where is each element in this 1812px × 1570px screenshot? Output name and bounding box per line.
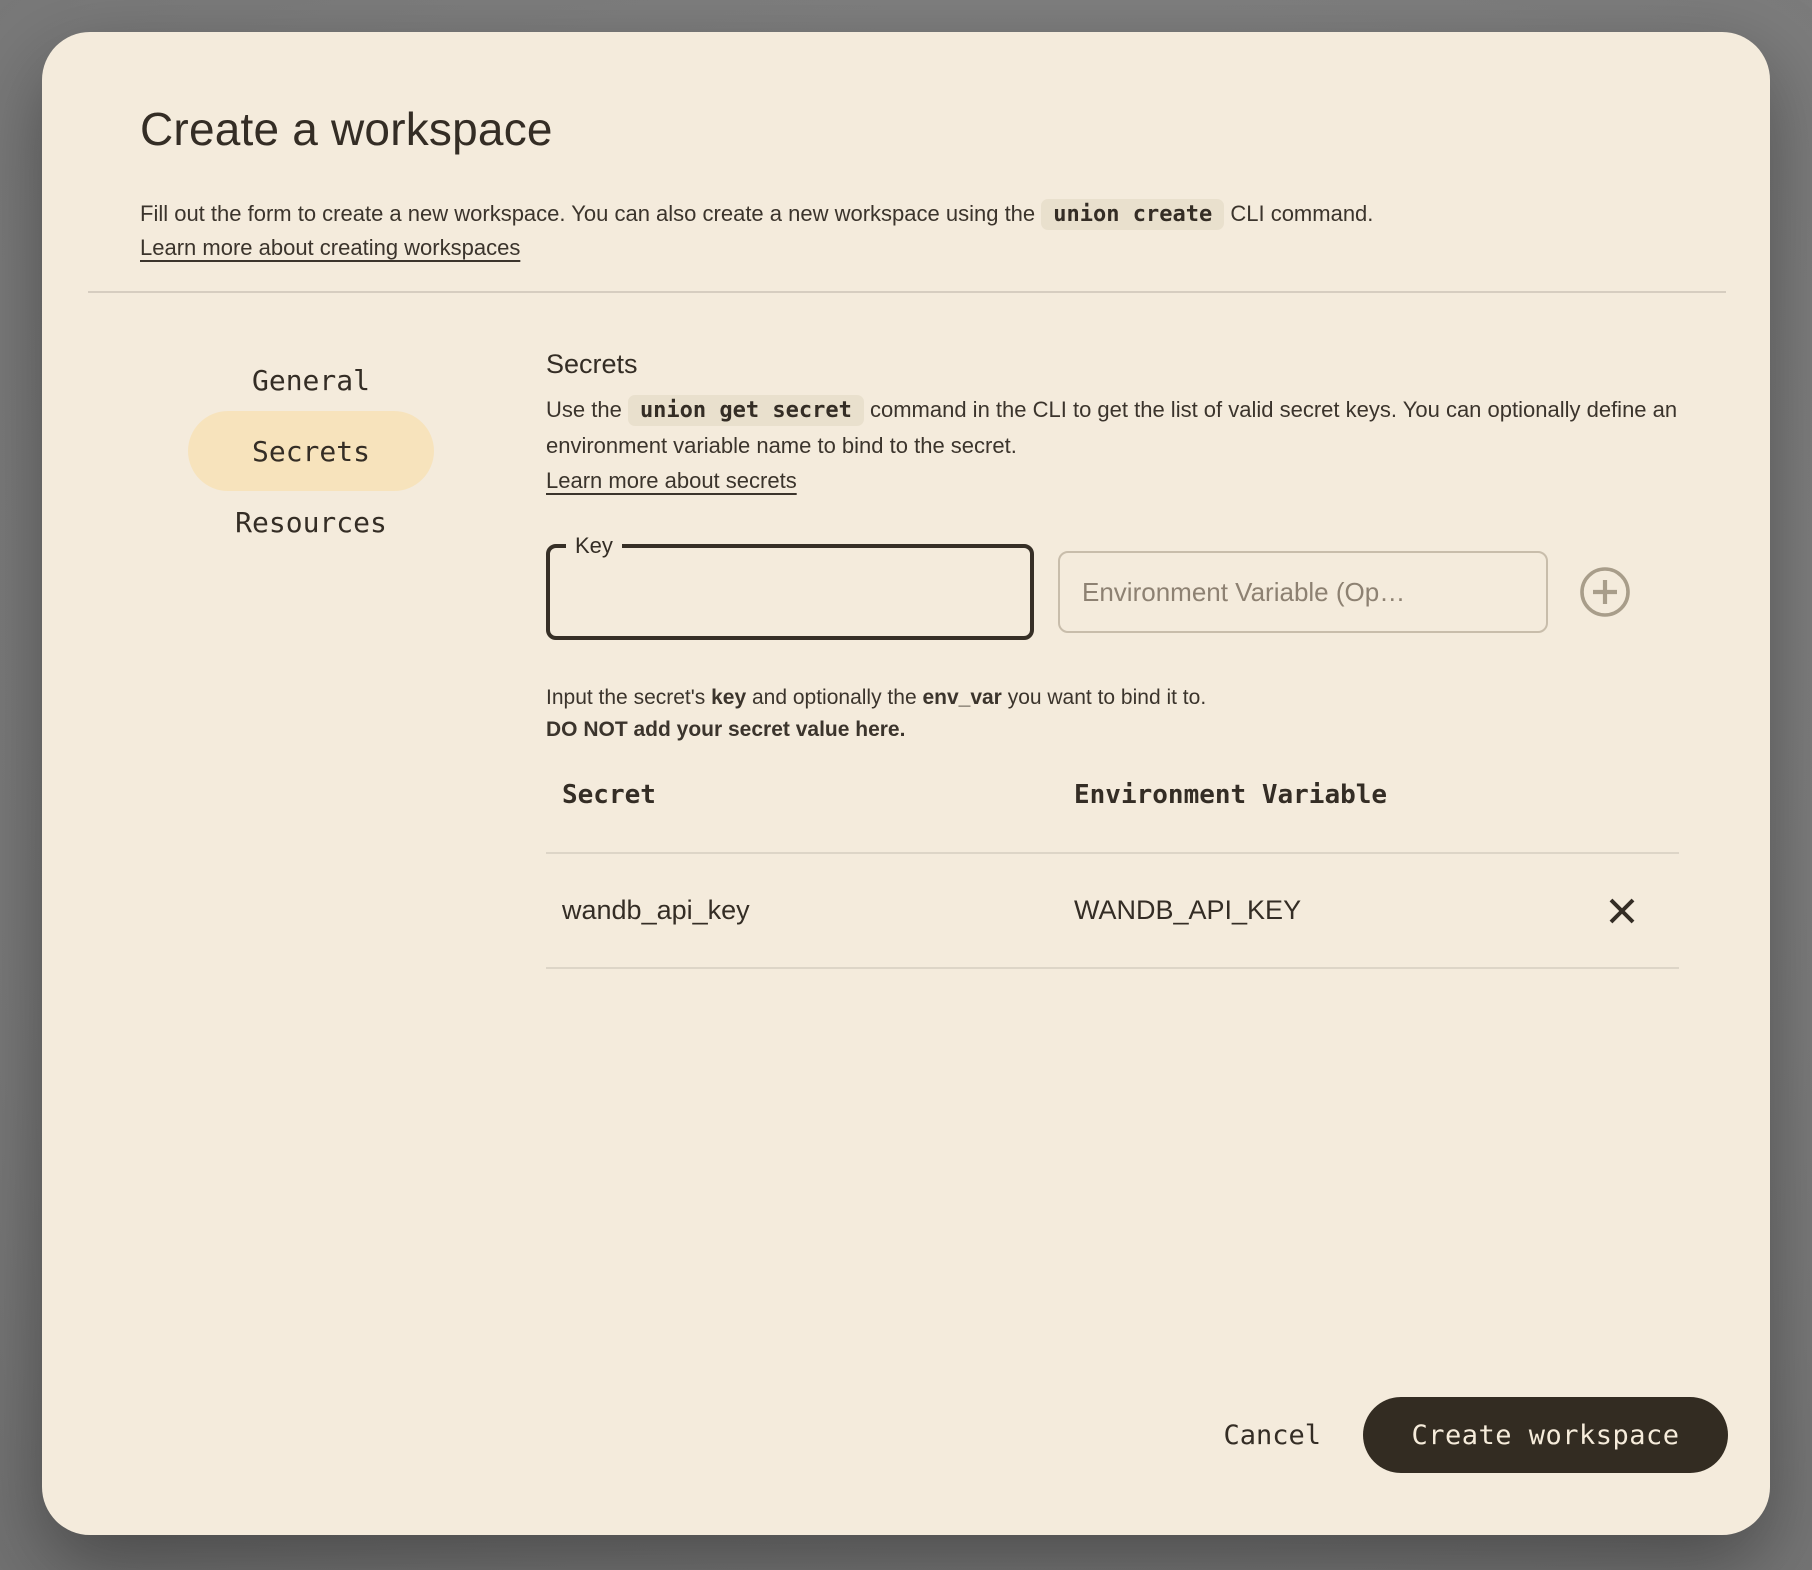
- secrets-section: Secrets Use the union get secret command…: [546, 349, 1770, 969]
- description-text-after: CLI command.: [1224, 201, 1373, 226]
- learn-more-workspaces-link[interactable]: Learn more about creating workspaces: [140, 235, 520, 261]
- column-header-secret: Secret: [562, 780, 1074, 810]
- dialog-side-nav: General Secrets Resources: [42, 349, 546, 553]
- create-workspace-dialog: Create a workspace Fill out the form to …: [42, 32, 1770, 1535]
- helper-text: Input the secret's: [546, 686, 711, 709]
- helper-warning: DO NOT add your secret value here.: [546, 718, 905, 741]
- helper-envvar-emphasis: env_var: [922, 686, 1001, 709]
- nav-item-resources[interactable]: Resources: [235, 491, 387, 553]
- secrets-description: Use the union get secret command in the …: [546, 392, 1679, 463]
- secret-form-row: Key: [546, 544, 1679, 640]
- secret-cell: wandb_api_key: [562, 895, 1074, 926]
- table-divider: [546, 967, 1679, 969]
- dialog-title: Create a workspace: [140, 102, 1672, 156]
- key-field-label: Key: [566, 531, 622, 561]
- cli-get-secret-chip: union get secret: [628, 395, 864, 426]
- helper-text: and optionally the: [746, 686, 922, 709]
- secret-key-input[interactable]: [550, 548, 1030, 636]
- helper-key-emphasis: key: [711, 686, 746, 709]
- table-row: wandb_api_key WANDB_API_KEY: [546, 854, 1679, 967]
- header-divider: [88, 291, 1726, 293]
- cancel-button[interactable]: Cancel: [1203, 1410, 1341, 1461]
- secrets-desc-before: Use the: [546, 397, 628, 422]
- delete-secret-button[interactable]: [1605, 894, 1639, 928]
- nav-item-general[interactable]: General: [252, 349, 370, 411]
- environment-variable-cell: WANDB_API_KEY: [1074, 895, 1605, 926]
- secrets-table: Secret Environment Variable wandb_api_ke…: [546, 780, 1679, 969]
- secret-helper-text: Input the secret's key and optionally th…: [546, 682, 1679, 746]
- x-icon: [1606, 895, 1638, 927]
- modal-backdrop[interactable]: Create a workspace Fill out the form to …: [0, 0, 1812, 1570]
- description-text-before: Fill out the form to create a new worksp…: [140, 201, 1041, 226]
- secret-key-field: Key: [546, 544, 1034, 640]
- cli-command-chip: union create: [1041, 199, 1224, 230]
- dialog-body: General Secrets Resources Secrets Use th…: [42, 349, 1770, 969]
- add-secret-button[interactable]: [1578, 565, 1632, 619]
- helper-text: you want to bind it to.: [1002, 686, 1206, 709]
- nav-item-secrets[interactable]: Secrets: [188, 411, 434, 491]
- dialog-description: Fill out the form to create a new worksp…: [140, 196, 1672, 233]
- dialog-footer: Cancel Create workspace: [1203, 1397, 1728, 1473]
- create-workspace-button[interactable]: Create workspace: [1363, 1397, 1728, 1473]
- secrets-table-header: Secret Environment Variable: [546, 780, 1679, 810]
- secrets-heading: Secrets: [546, 349, 1679, 380]
- learn-more-secrets-link[interactable]: Learn more about secrets: [546, 468, 797, 493]
- dialog-header: Create a workspace Fill out the form to …: [42, 32, 1770, 261]
- environment-variable-input[interactable]: [1058, 551, 1548, 633]
- circled-plus-icon: [1578, 565, 1632, 619]
- column-header-environment-variable: Environment Variable: [1074, 780, 1679, 810]
